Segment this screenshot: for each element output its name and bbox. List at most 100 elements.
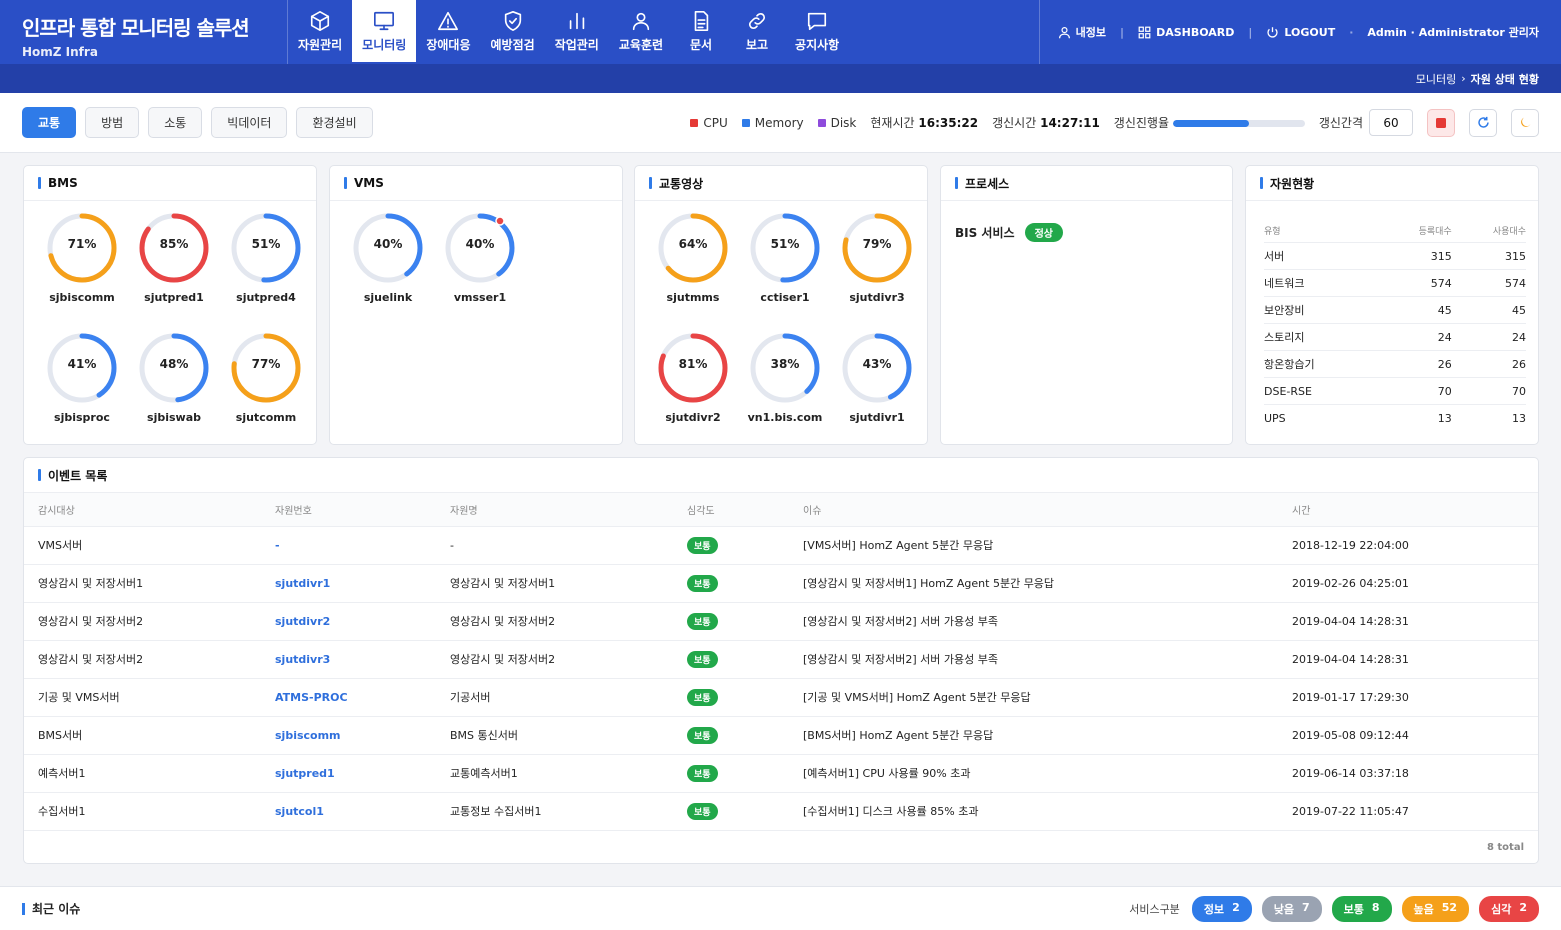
event-resource-id[interactable]: sjutdivr2 (261, 602, 436, 641)
tab-0[interactable]: 교통 (22, 107, 77, 138)
gauge-cctiser1[interactable]: 51% cctiser1 (739, 211, 831, 331)
gauge-sjutdivr1[interactable]: 43% sjutdivr1 (831, 331, 923, 451)
category-tabs: 교통 방범 소통 빅데이터 환경설비 (22, 107, 373, 138)
events-col-severity[interactable]: 심각도 (673, 493, 789, 527)
recent-issues-title: 최근 이슈 (22, 900, 80, 917)
refresh-time-value: 14:27:11 (1040, 116, 1100, 130)
event-issue: [영상감시 및 저장서버2] 서버 가용성 부족 (789, 640, 1278, 679)
resources-row[interactable]: 서버 315 315 (1264, 242, 1526, 270)
table-row[interactable]: 기공 및 VMS서버 ATMS-PROC 기공서버 보통 [기공 및 VMS서버] Ho… (24, 678, 1538, 717)
resources-row[interactable]: DSE-RSE 70 70 (1264, 377, 1526, 405)
event-resource-id[interactable]: sjbiscomm (261, 716, 436, 755)
table-row[interactable]: 영상감시 및 저장서버2 sjutdivr2 영상감시 및 저장서버2 보통 [영상감시… (24, 602, 1538, 641)
events-col-resource-id[interactable]: 자원번호 (261, 493, 436, 527)
dashboard-link[interactable]: DASHBOARD (1138, 26, 1234, 39)
events-col-resource-name[interactable]: 자원명 (436, 493, 673, 527)
events-total: 8 total (1486, 842, 1524, 853)
gauge-sjuelink[interactable]: 40% sjuelink (342, 211, 434, 331)
gauge-sjutpred4[interactable]: 51% sjutpred4 (220, 211, 312, 331)
resources-row[interactable]: 네트워크 574 574 (1264, 269, 1526, 297)
tab-4[interactable]: 환경설비 (296, 107, 373, 138)
gauge-vmsser1[interactable]: 40% vmsser1 (434, 211, 526, 331)
resources-row[interactable]: UPS 13 13 (1264, 404, 1526, 432)
resources-row[interactable]: 스토리지 24 24 (1264, 323, 1526, 351)
menu-item-5[interactable]: 교육훈련 (609, 0, 673, 62)
brand[interactable]: 인프라 통합 모니터링 솔루션 HomZ Infra (0, 0, 288, 64)
menu-item-1[interactable]: 모니터링 (352, 0, 417, 62)
event-severity: 보통 (673, 792, 789, 831)
gauge-sjbisproc[interactable]: 41% sjbisproc (36, 331, 128, 451)
event-resource-id[interactable]: sjutdivr1 (261, 564, 436, 603)
menu-item-0[interactable]: 자원관리 (288, 0, 352, 62)
menu-item-3[interactable]: 예방점검 (481, 0, 545, 62)
refresh-button[interactable] (1469, 108, 1497, 137)
gauge-sjutmms[interactable]: 64% sjutmms (647, 211, 739, 331)
tab-2[interactable]: 소통 (148, 107, 203, 138)
resource-type: 스토리지 (1264, 323, 1378, 351)
gauge-name: cctiser1 (760, 291, 810, 304)
event-time: 2019-07-22 11:05:47 (1278, 792, 1538, 831)
resources-card: 자원현황 유형 등록대수 사용대수 서버 315 315 네트워크 574 574 보안장비… (1245, 165, 1539, 445)
severity-pill[interactable]: 높음 52 (1401, 895, 1470, 922)
stop-button[interactable] (1427, 108, 1455, 137)
resources-row[interactable]: 보안장비 45 45 (1264, 296, 1526, 324)
severity-pill[interactable]: 정보 2 (1191, 895, 1252, 922)
menu-item-6[interactable]: 문서 (673, 0, 729, 62)
resources-row[interactable]: 항온항습기 26 26 (1264, 350, 1526, 378)
dashboard-label: DASHBOARD (1156, 25, 1235, 39)
gauge-sjbiscomm[interactable]: 71% sjbiscomm (36, 211, 128, 331)
gauge-name: sjutdivr3 (849, 291, 905, 304)
table-row[interactable]: 영상감시 및 저장서버2 sjutdivr3 영상감시 및 저장서버2 보통 [영상감시… (24, 640, 1538, 679)
breadcrumb-parent[interactable]: 모니터링 (1416, 71, 1456, 87)
interval-input[interactable] (1369, 109, 1413, 136)
resource-used: 574 (1451, 269, 1526, 297)
event-resource-id[interactable]: ATMS-PROC (261, 678, 436, 717)
separator: · (1349, 25, 1354, 39)
cube-icon (311, 10, 330, 31)
resource-registered: 574 (1377, 269, 1452, 297)
events-col-time[interactable]: 시간 (1278, 493, 1538, 527)
table-row[interactable]: 수집서버1 sjutcol1 교통정보 수집서버1 보통 [수집서버1] 디스크 사용률… (24, 792, 1538, 831)
my-info-link[interactable]: 내정보 (1058, 24, 1106, 40)
resources-header-row: 유형 등록대수 사용대수 (1264, 219, 1526, 243)
event-resource-id[interactable]: - (261, 526, 436, 565)
tab-3[interactable]: 빅데이터 (211, 107, 288, 138)
refresh-progress-label: 갱신진행율 (1113, 116, 1169, 130)
legend-label: Disk (830, 115, 857, 130)
event-resource-id[interactable]: sjutcol1 (261, 792, 436, 831)
event-issue: [수집서버1] 디스크 사용률 85% 초과 (789, 792, 1278, 831)
gauge-sjutcomm[interactable]: 77% sjutcomm (220, 331, 312, 451)
event-severity: 보통 (673, 526, 789, 565)
gauge-sjutdivr2[interactable]: 81% sjutdivr2 (647, 331, 739, 451)
process-row[interactable]: BIS 서비스 정상 (941, 201, 1232, 264)
table-row[interactable]: VMS서버 - - 보통 [VMS서버] HomZ Agent 5분간 무응답 2018-… (24, 526, 1538, 565)
user-icon (1058, 26, 1070, 38)
table-row[interactable]: 영상감시 및 저장서버1 sjutdivr1 영상감시 및 저장서버1 보통 [영상감시… (24, 564, 1538, 603)
resource-used: 26 (1451, 350, 1526, 378)
gauge-sjbiswab[interactable]: 48% sjbiswab (128, 331, 220, 451)
resource-type: UPS (1264, 404, 1378, 432)
severity-pill[interactable]: 보통 8 (1331, 895, 1392, 922)
events-col-target[interactable]: 감시대상 (24, 493, 261, 527)
menu-item-7[interactable]: 보고 (729, 0, 785, 62)
event-severity: 보통 (673, 564, 789, 603)
events-col-issue[interactable]: 이슈 (789, 493, 1278, 527)
table-row[interactable]: BMS서버 sjbiscomm BMS 통신서버 보통 [BMS서버] HomZ Age… (24, 716, 1538, 755)
theme-toggle-button[interactable] (1511, 108, 1539, 137)
logout-link[interactable]: LOGOUT (1266, 26, 1335, 39)
gauge-sjutpred1[interactable]: 85% sjutpred1 (128, 211, 220, 331)
tab-1[interactable]: 방범 (85, 107, 140, 138)
event-resource-id[interactable]: sjutdivr3 (261, 640, 436, 679)
gauge-sjutdivr3[interactable]: 79% sjutdivr3 (831, 211, 923, 331)
severity-pill[interactable]: 심각 2 (1479, 895, 1539, 922)
resource-registered: 13 (1377, 404, 1452, 432)
pill-count: 52 (1441, 900, 1458, 914)
table-row[interactable]: 예측서버1 sjutpred1 교통예측서버1 보통 [예측서버1] CPU 사용률 9… (24, 754, 1538, 793)
menu-item-2[interactable]: 장애대응 (416, 0, 480, 62)
menu-item-8[interactable]: 공지사항 (785, 0, 849, 62)
event-resource-id[interactable]: sjutpred1 (261, 754, 436, 793)
menu-item-4[interactable]: 작업관리 (545, 0, 609, 62)
severity-pill[interactable]: 낮음 7 (1261, 895, 1322, 922)
process-status-badge: 정상 (1024, 223, 1063, 242)
gauge-vn1.bis.com[interactable]: 38% vn1.bis.com (739, 331, 831, 451)
